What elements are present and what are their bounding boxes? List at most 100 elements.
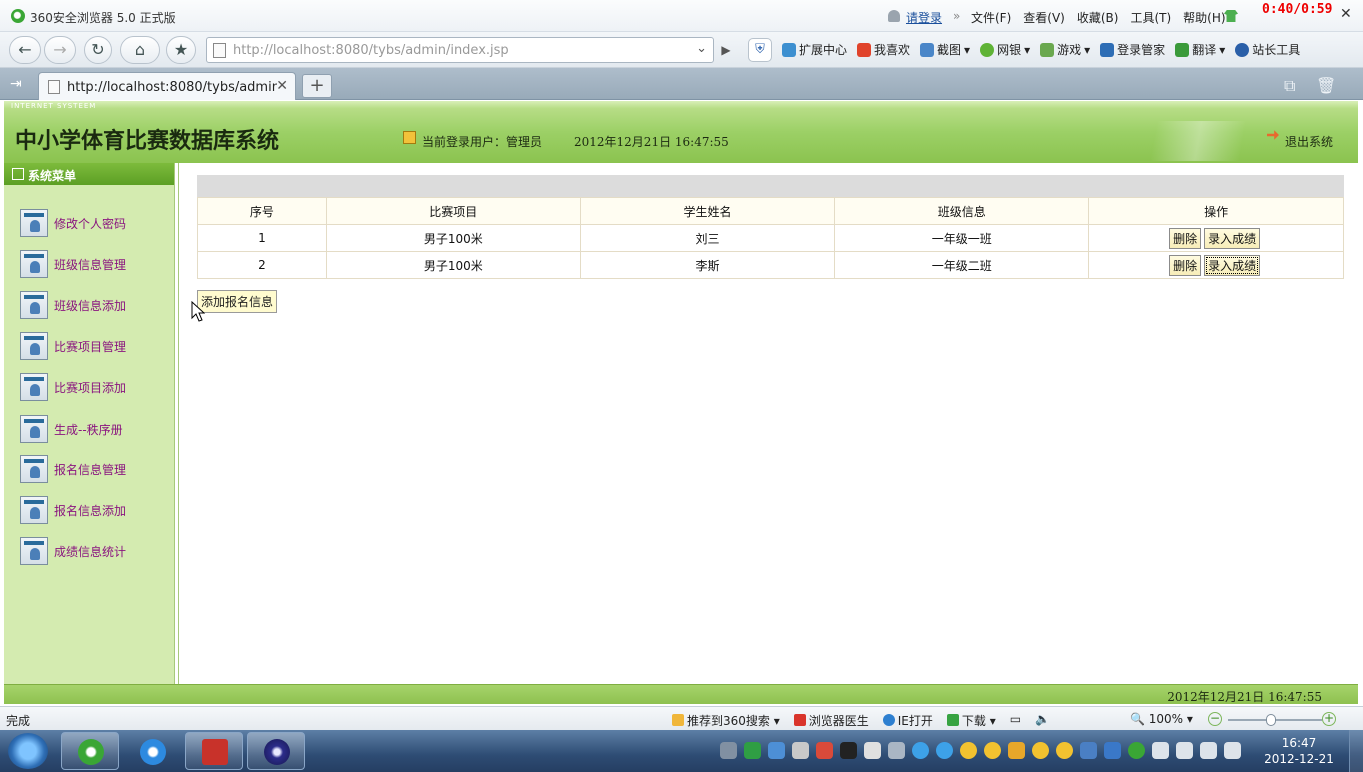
cell-event: 男子100米 [325, 224, 581, 252]
speaker-icon[interactable]: 🔈 [1035, 712, 1050, 729]
login-link[interactable]: 请登录 [906, 9, 942, 26]
clock-date: 2012-12-21 [1264, 752, 1334, 766]
sidebar-item-class-management[interactable]: 班级信息管理 [20, 248, 170, 280]
footer-datetime: 2012年12月21日 16:47:55 [1167, 690, 1322, 704]
heart-icon [857, 42, 872, 57]
show-desktop-button[interactable] [1349, 730, 1363, 772]
tray-app-icon[interactable] [1008, 742, 1025, 759]
open-in-ie-button[interactable]: IE打开 [882, 712, 933, 729]
zoom-out-icon[interactable]: − [1208, 712, 1222, 726]
sidebar-item-event-management[interactable]: 比赛项目管理 [20, 330, 170, 362]
back-arrow-icon[interactable]: ← [9, 36, 41, 64]
games-button[interactable]: 游戏 ▾ [1040, 41, 1090, 58]
close-window-icon[interactable]: ✕ [1340, 6, 1352, 22]
tray-app-icon[interactable] [744, 742, 761, 759]
taskbar-eclipse[interactable] [247, 732, 305, 770]
keyboard-icon[interactable] [720, 742, 737, 759]
zoom-slider[interactable]: − + [1208, 712, 1338, 727]
download-button[interactable]: 下载 ▾ [946, 712, 996, 729]
webmaster-tools-button[interactable]: 站长工具 [1235, 41, 1300, 58]
close-tab-icon[interactable]: ✕ [276, 78, 288, 94]
zoom-level[interactable]: 🔍 100% ▾ [1130, 712, 1193, 726]
tray-app-icon[interactable] [792, 742, 809, 759]
shield-icon[interactable] [1104, 742, 1121, 759]
usb-icon[interactable] [1176, 742, 1193, 759]
delete-button[interactable]: 删除 [1169, 254, 1202, 276]
taskbar-clock[interactable]: 16:47 2012-12-21 [1262, 735, 1336, 767]
browser-logo-icon [11, 9, 25, 23]
sidebar-item-score-statistics[interactable]: 成绩信息统计 [20, 535, 170, 567]
qq-icon[interactable] [984, 742, 1001, 759]
sidebar-item-change-password[interactable]: 修改个人密码 [20, 207, 170, 239]
menu-view[interactable]: 查看(V) [1023, 9, 1065, 26]
tray-app-icon[interactable] [936, 742, 953, 759]
go-arrow-icon[interactable]: ▶ [716, 40, 736, 60]
sidebar-item-registration-add[interactable]: 报名信息添加 [20, 494, 170, 526]
favorite-star-icon[interactable]: ★ [166, 36, 196, 64]
security-shield-icon[interactable]: ⛨ [748, 38, 772, 62]
taskbar-toolbox[interactable] [185, 732, 243, 770]
content-area: 序号 比赛项目 学生姓名 班级信息 操作 1 男子100米 刘三 一年级一班 删… [178, 163, 1358, 684]
refresh-icon[interactable]: ↻ [84, 36, 112, 64]
menu-favorites[interactable]: 收藏(B) [1077, 9, 1119, 26]
volume-icon[interactable] [1200, 742, 1217, 759]
restore-tabs-icon[interactable]: ⧉ [1284, 76, 1295, 96]
tray-app-icon[interactable] [912, 742, 929, 759]
zoom-knob[interactable] [1266, 714, 1276, 726]
recommend-360-search-button[interactable]: 推荐到360搜索 ▾ [672, 712, 780, 729]
user-card-icon [20, 250, 48, 278]
qq-icon[interactable] [1032, 742, 1049, 759]
tray-app-icon[interactable] [888, 742, 905, 759]
logout-link[interactable]: 退出系统 [1285, 133, 1333, 150]
skin-icon[interactable] [1224, 10, 1238, 22]
forward-arrow-icon[interactable]: → [44, 36, 76, 64]
taskbar-ie[interactable] [123, 732, 181, 770]
start-button[interactable] [8, 733, 48, 769]
flag-icon[interactable] [1152, 742, 1169, 759]
tray-app-icon[interactable] [1080, 742, 1097, 759]
browser-doctor-button[interactable]: 浏览器医生 [793, 712, 869, 729]
tray-app-icon[interactable] [864, 742, 881, 759]
new-tab-button[interactable]: + [302, 74, 332, 98]
sidebar-item-class-add[interactable]: 班级信息添加 [20, 289, 170, 321]
qq-icon[interactable] [960, 742, 977, 759]
tray-app-icon[interactable] [840, 742, 857, 759]
like-button[interactable]: 我喜欢 [857, 41, 910, 58]
360-icon[interactable] [1128, 742, 1145, 759]
table-row: 2 男子100米 李斯 一年级二班 删除 录入成绩 [197, 251, 1344, 279]
user-card-icon [20, 537, 48, 565]
sidebar-item-registration-management[interactable]: 报名信息管理 [20, 453, 170, 485]
tray-app-icon[interactable] [816, 742, 833, 759]
screenshot-button[interactable]: 截图 ▾ [920, 41, 970, 58]
taskbar-360-browser[interactable] [61, 732, 119, 770]
menu-file[interactable]: 文件(F) [971, 9, 1011, 26]
menu-tools[interactable]: 工具(T) [1130, 9, 1171, 26]
add-registration-button[interactable]: 添加报名信息 [197, 290, 278, 313]
delete-button[interactable]: 删除 [1169, 227, 1202, 249]
sidebar-item-generate-program[interactable]: 生成--秩序册 [20, 413, 170, 445]
tray-app-icon[interactable] [768, 742, 785, 759]
translate-button[interactable]: 翻译 ▾ [1175, 41, 1225, 58]
zoom-in-icon[interactable]: + [1322, 712, 1336, 726]
tab-active[interactable]: http://localhost:8080/tybs/admin/i... ✕ [38, 72, 296, 100]
user-icon [888, 10, 900, 22]
sidebar-toggle-icon[interactable]: ⇥ [10, 76, 22, 92]
sidebar-item-event-add[interactable]: 比赛项目添加 [20, 371, 170, 403]
address-bar[interactable]: http://localhost:8080/tybs/admin/index.j… [206, 37, 714, 63]
column-header-no: 序号 [197, 197, 327, 225]
user-card-icon [20, 455, 48, 483]
address-dropdown-icon[interactable]: ⌄ [696, 41, 707, 56]
extension-center-button[interactable]: 扩展中心 [782, 41, 847, 58]
key-icon [1100, 42, 1115, 57]
home-icon[interactable]: ⌂ [120, 36, 160, 64]
menu-help[interactable]: 帮助(H) [1183, 9, 1225, 26]
enter-score-button[interactable]: 录入成绩 [1204, 227, 1261, 249]
enter-score-button[interactable]: 录入成绩 [1204, 254, 1261, 276]
url-text[interactable]: http://localhost:8080/tybs/admin/index.j… [233, 43, 693, 58]
qq-icon[interactable] [1056, 742, 1073, 759]
login-manager-button[interactable]: 登录管家 [1100, 41, 1165, 58]
window-icon[interactable]: ▭ [1010, 712, 1021, 729]
network-icon[interactable] [1224, 742, 1241, 759]
trash-icon[interactable]: 🗑 [1316, 76, 1336, 95]
online-banking-button[interactable]: 网银 ▾ [980, 41, 1030, 58]
